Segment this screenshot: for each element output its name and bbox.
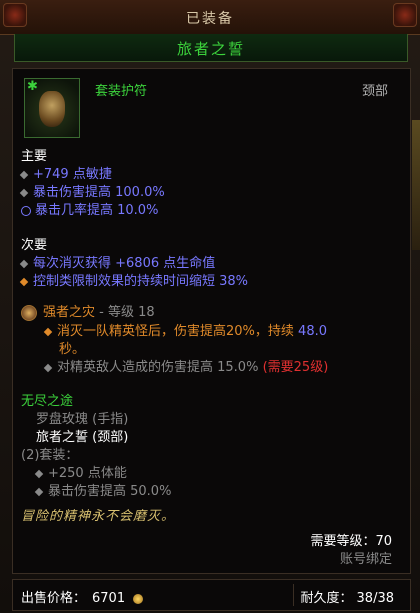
set-bonus: +250 点体能 (34, 462, 127, 481)
gem-name: 强者之灾 (43, 305, 96, 320)
bullet-icon (43, 363, 53, 372)
sell-price: 出售价格： 6701 (21, 587, 144, 606)
gem-effect: 消灭一队精英怪后，伤害提高20%，持续 48.0 (43, 320, 327, 339)
set-star-icon: ✱ (27, 79, 38, 94)
set-item: 罗盘玫瑰 (手指) (36, 412, 129, 427)
set-bonus: 暴击伤害提高 50.0% (34, 480, 171, 499)
bullet-icon (34, 487, 44, 496)
durability: 耐久度： 38/38 (300, 591, 394, 606)
equipped-banner: 已装备 (0, 0, 420, 35)
bullet-icon (34, 469, 44, 478)
item-name-banner: 旅者之誓 (14, 34, 408, 62)
primary-stat: +749 点敏捷 (19, 163, 112, 182)
bullet-icon (43, 327, 53, 336)
gem-level: - 等级 18 (99, 305, 155, 320)
gem-effect: 对精英敌人造成的伤害提高 15.0% (需要25级) (43, 356, 328, 375)
gold-icon (133, 593, 144, 604)
set-name: 无尽之途 (21, 394, 74, 409)
gem-icon (21, 304, 37, 321)
gem-effect-unit: 秒。 (59, 342, 86, 357)
secondary-stat: 每次消灭获得 +6806 点生命值 (19, 252, 215, 271)
cycle-icon (21, 205, 31, 216)
item-name: 旅者之誓 (176, 40, 245, 58)
side-decoration (412, 120, 420, 250)
item-slot: 颈部 (362, 84, 389, 99)
secondary-stat: 控制类限制效果的持续时间缩短 38% (19, 270, 248, 289)
bullet-icon (19, 188, 29, 197)
bullet-icon (19, 170, 29, 179)
primary-stat: 暴击伤害提高 100.0% (19, 181, 165, 200)
set-bonus-title: (2)套装： (21, 448, 79, 463)
account-bound: 账号绑定 (339, 552, 392, 567)
equipped-label: 已装备 (186, 11, 234, 27)
corner-ornament-right (393, 3, 417, 27)
primary-stat: 暴击几率提高 10.0% (21, 199, 158, 218)
bullet-icon (19, 259, 29, 268)
flavor-text: 冒险的精神永不会磨灭。 (21, 509, 176, 524)
primary-title: 主要 (21, 149, 48, 164)
level-requirement: 需要等级：70 (310, 534, 392, 549)
amulet-icon (39, 91, 65, 127)
secondary-title: 次要 (21, 238, 48, 253)
item-type: 套装护符 (95, 84, 148, 99)
set-item: 旅者之誓 (颈部) (36, 430, 129, 445)
footer-bar: 出售价格： 6701 耐久度： 38/38 (12, 579, 411, 611)
legendary-gem: 强者之灾 - 等级 18 (21, 301, 155, 321)
bullet-icon (19, 277, 29, 286)
item-icon: ✱ (24, 78, 80, 138)
footer-divider (293, 584, 294, 606)
